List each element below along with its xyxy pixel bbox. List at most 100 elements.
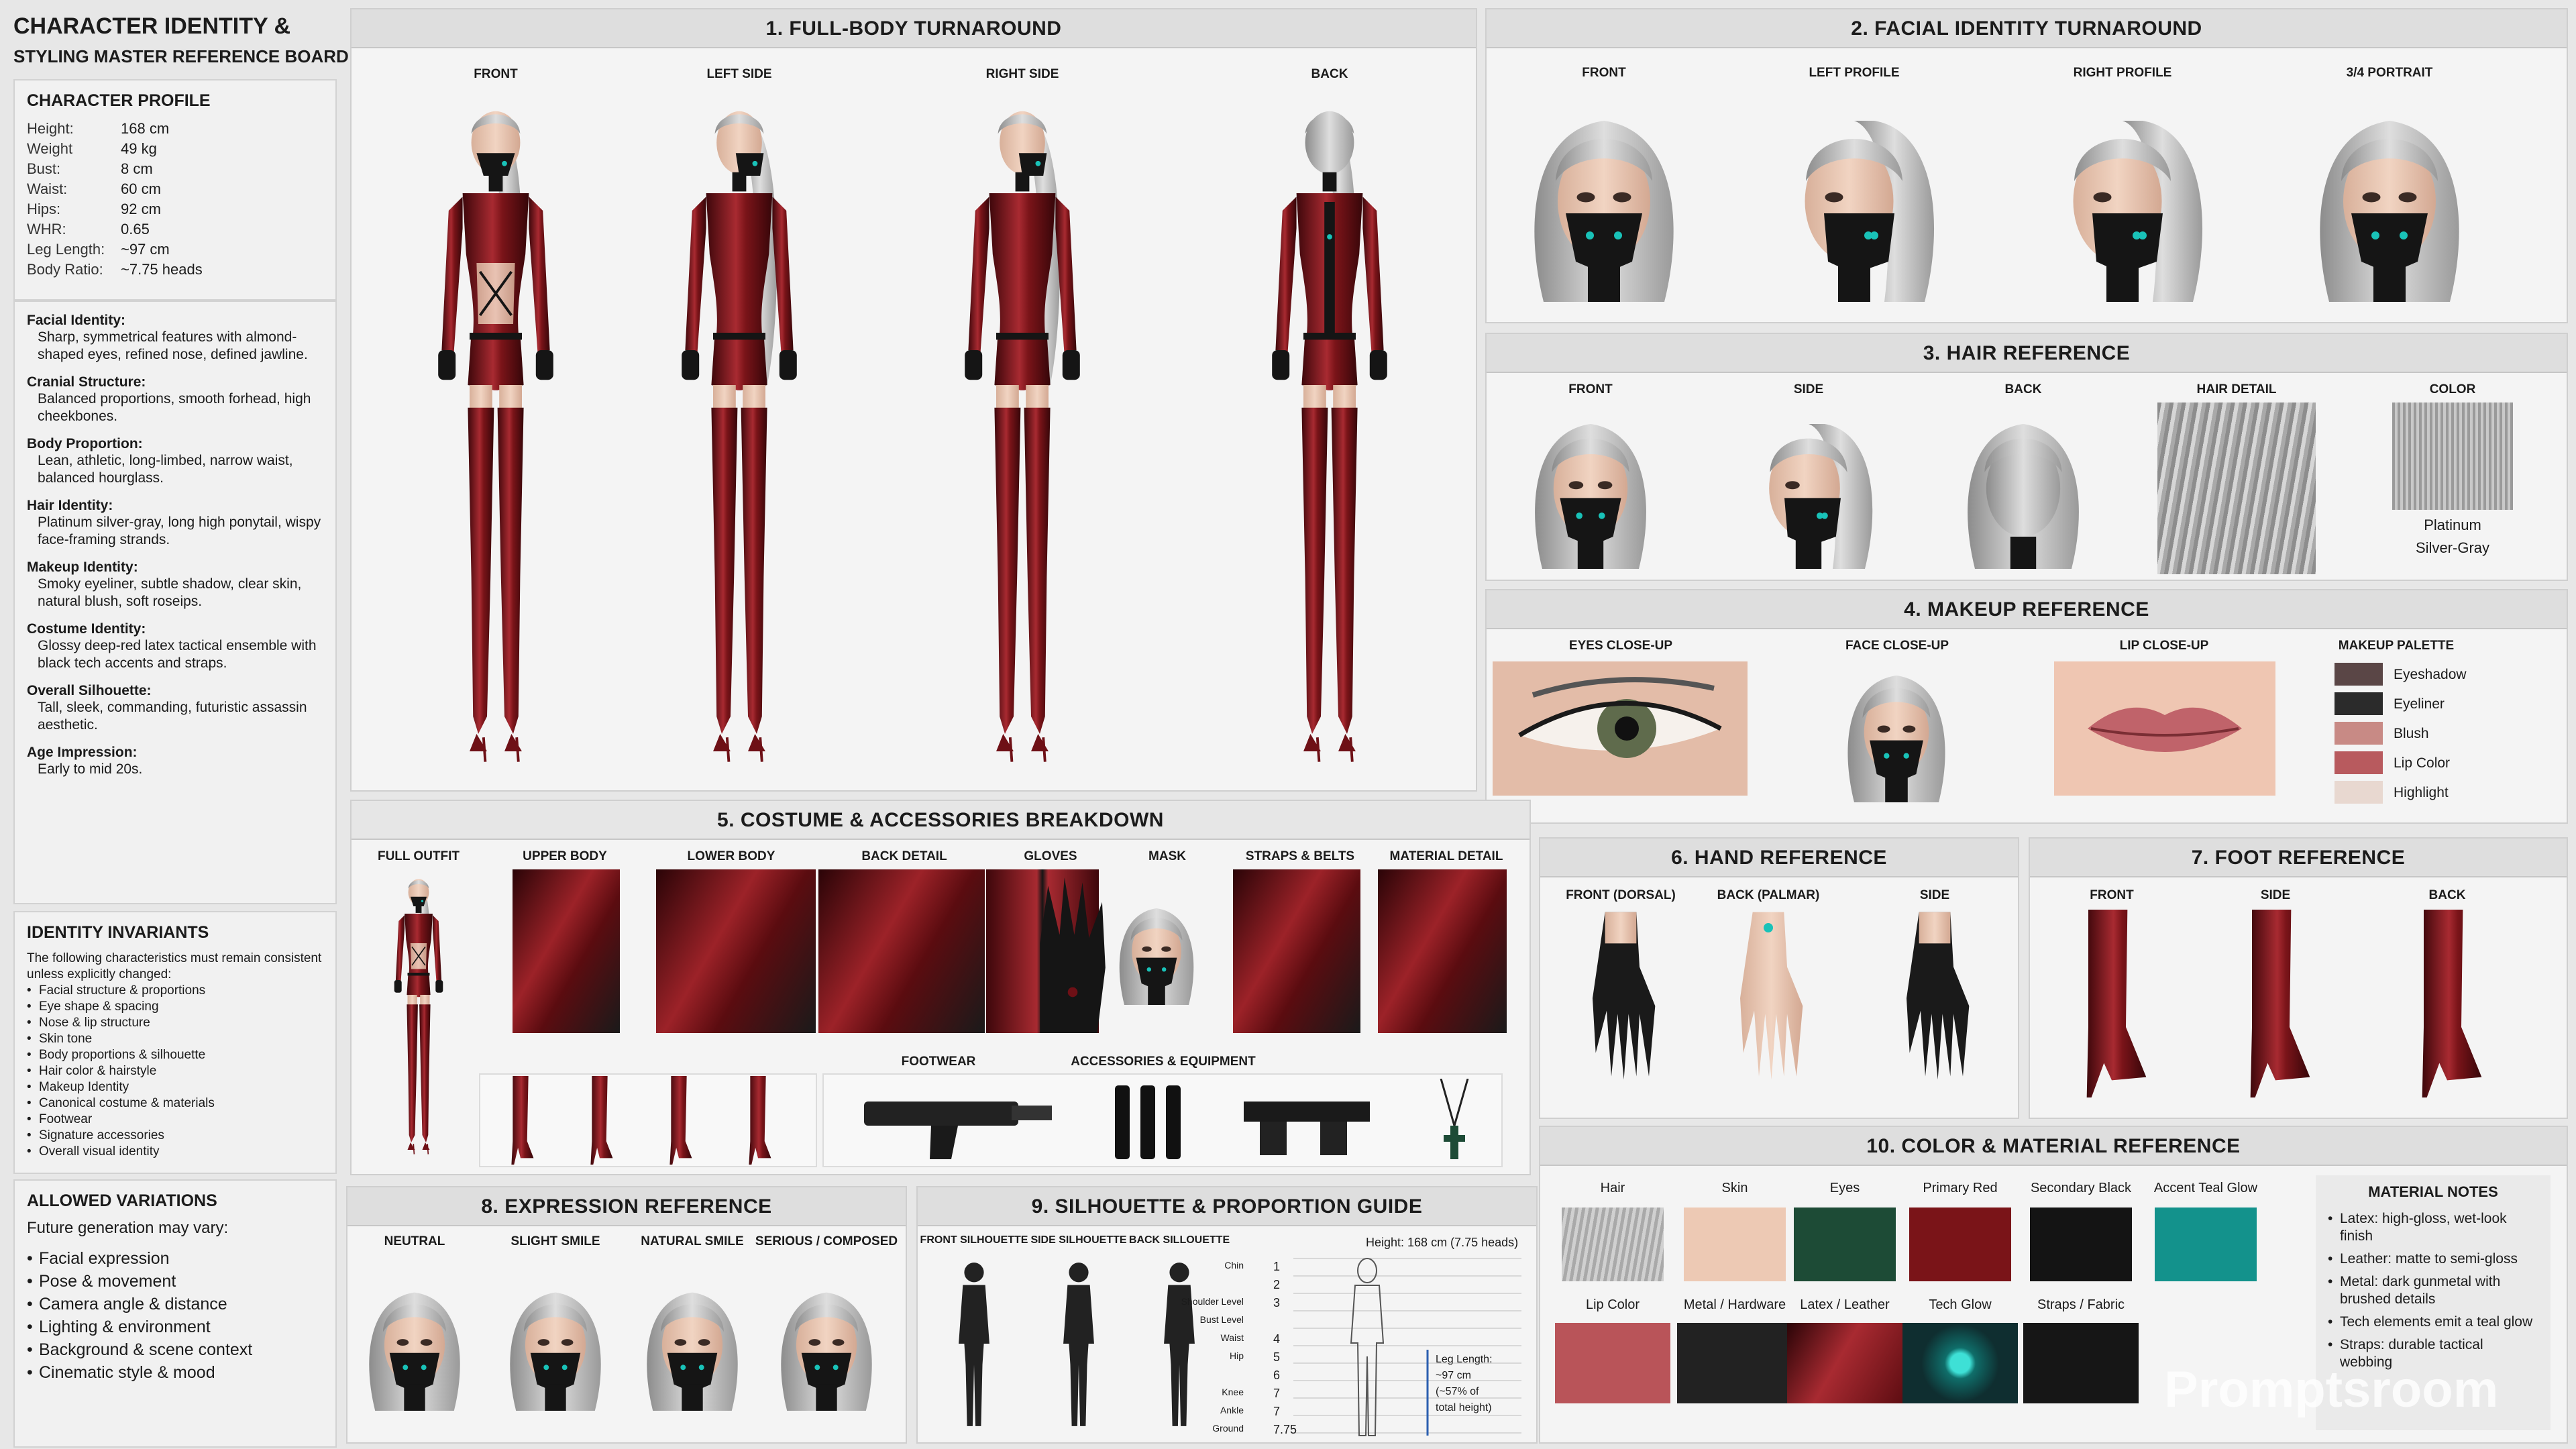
color-swatch [1562, 1208, 1664, 1281]
facial-label: FRONT [1582, 66, 1626, 80]
profile-stat-key: Hips: [27, 201, 61, 217]
identity-value: Tall, sleek, commanding, futuristic assa… [38, 700, 307, 733]
color-swatch-name: Accent Teal Glow [2153, 1181, 2258, 1195]
invariant-item: Hair color & hairstyle [27, 1063, 323, 1079]
hair-color-name-2: Silver-Gray [2415, 539, 2490, 556]
profile-stat-key: Waist: [27, 180, 68, 197]
proportion-marker-number: 5 [1273, 1350, 1281, 1364]
eyes-closeup [1491, 661, 1750, 796]
character-profile-heading: CHARACTER PROFILE [27, 91, 211, 110]
material-swatch [1787, 1323, 1902, 1403]
boot-icon [500, 1076, 541, 1167]
leg-length-note: Leg Length: [1436, 1354, 1493, 1365]
hair-color-swatch [2392, 402, 2513, 510]
identity-key: Facial Identity: [27, 313, 126, 328]
profile-stat-row: Hips: 92 cm [27, 199, 323, 219]
material-swatch [1902, 1323, 2018, 1403]
silhouette-label: BACK SILLOUETTE [1128, 1234, 1230, 1246]
costume-breakdown-panel: 5. COSTUME & ACCESSORIES BREAKDOWN FULL … [350, 800, 1531, 1175]
material-note: Metal: dark gunmetal with brushed detail… [2328, 1273, 2538, 1308]
boot-view [2225, 910, 2326, 1097]
proportion-marker-number: 7 [1273, 1387, 1281, 1400]
costume-detail-tile [818, 869, 985, 1033]
profile-stat-row: Leg Length: ~97 cm [27, 239, 323, 260]
identity-descriptions-panel: Facial Identity: Sharp, symmetrical featu… [13, 301, 337, 904]
identity-item: Makeup Identity: Smoky eyeliner, subtle s… [27, 559, 323, 610]
identity-item: Facial Identity: Sharp, symmetrical featu… [27, 313, 323, 364]
identity-key: Hair Identity: [27, 498, 113, 513]
expression-head [490, 1254, 621, 1436]
silhouette-label: FRONT SILHOUETTE [920, 1234, 1028, 1246]
watermark: Promptsroom [2164, 1361, 2499, 1418]
belt-icon [1240, 1081, 1374, 1162]
full-body-figures: FRONT LEFT SIDE RIGHT SIDE BACK [352, 48, 1476, 790]
color-swatches: Hair Skin Eyes Primary Red Secondary Black Ac… [1540, 1166, 2567, 1442]
invariants-intro: The following characteristics must remai… [27, 951, 322, 981]
variation-item: Pose & movement [27, 1270, 323, 1293]
color-swatch [1909, 1208, 2011, 1281]
expression-label: NATURAL SMILE [641, 1234, 744, 1248]
boot-icon [580, 1076, 620, 1167]
silhouette-guide-panel: 9. SILHOUETTE & PROPORTION GUIDE FRONT S… [916, 1186, 1538, 1444]
facial-heads: FRONT LEFT PROFILE RIGHT PROFILE 3/4 POR… [1487, 48, 2567, 322]
material-notes-list: Latex: high-gloss, wet-look finish Leathe… [2328, 1210, 2538, 1371]
accessories-label: ACCESSORIES & EQUIPMENT [1071, 1055, 1256, 1069]
identity-key: Age Impression: [27, 745, 138, 760]
expression-head [761, 1254, 892, 1436]
proportion-marker-label: Ankle [1220, 1405, 1244, 1415]
material-notes-title: MATERIAL NOTES [2368, 1183, 2498, 1200]
color-swatch [2030, 1208, 2132, 1281]
s1-title: 1. FULL-BODY TURNAROUND [352, 9, 1476, 48]
facial-label: LEFT PROFILE [1809, 66, 1900, 80]
color-swatch-name: Primary Red [1923, 1181, 1998, 1195]
foot-views: FRONT SIDE BACK [2030, 877, 2567, 1118]
identity-item: Body Proportion: Lean, athletic, long-lim… [27, 436, 323, 487]
profile-stats: Height: 168 cm Weight 49 kg Bust: 8 cm Waist: 6… [27, 119, 323, 280]
identity-item: Costume Identity: Glossy deep-red latex t… [27, 621, 323, 672]
proportion-marker-number: 4 [1273, 1332, 1281, 1346]
profile-stat-row: Body Ratio: ~7.75 heads [27, 260, 323, 280]
identity-value: Glossy deep-red latex tactical ensemble … [38, 638, 317, 671]
board-title: CHARACTER IDENTITY & STYLING MASTER REFE… [13, 13, 349, 67]
hand-label: BACK (PALMAR) [1717, 888, 1820, 902]
invariant-item: Footwear [27, 1112, 323, 1128]
hand-label: FRONT (DORSAL) [1566, 888, 1676, 902]
profile-stat-row: Weight 49 kg [27, 139, 323, 159]
identity-item: Age Impression: Early to mid 20s. [27, 745, 323, 778]
profile-stat-value: 60 cm [121, 180, 161, 197]
silhouette-figure [947, 1260, 1001, 1428]
makeup-label: FACE CLOSE-UP [1845, 639, 1949, 653]
costume-label: FULL OUTFIT [377, 849, 460, 863]
silhouette-label: SIDE SILHOUETTE [1030, 1234, 1127, 1246]
magazines-icon [1108, 1079, 1189, 1166]
boot-view [2397, 910, 2498, 1097]
expression-head [627, 1254, 758, 1436]
color-swatch [2155, 1208, 2257, 1281]
identity-value: Early to mid 20s. [38, 761, 143, 777]
boot-view [2061, 910, 2162, 1097]
hand-views: FRONT (DORSAL) BACK (PALMAR) SIDE [1540, 877, 2018, 1118]
costume-label: UPPER BODY [523, 849, 607, 863]
s10-title: 10. COLOR & MATERIAL REFERENCE [1540, 1127, 2567, 1166]
hair-label: BACK [2004, 382, 2042, 396]
identity-key: Cranial Structure: [27, 374, 146, 390]
pendant-icon [1428, 1079, 1481, 1166]
makeup-swatch-name: Eyeshadow [2394, 667, 2467, 682]
hair-view [1943, 402, 2104, 574]
material-swatch-name: Latex / Leather [1800, 1297, 1890, 1312]
material-swatch-name: Straps / Fabric [2037, 1297, 2125, 1312]
face-closeup [1790, 661, 2003, 802]
facial-head [2289, 87, 2490, 315]
identity-value: Platinum silver-gray, long high ponytail… [38, 515, 321, 547]
material-swatch [1555, 1323, 1670, 1403]
makeup-swatch [2334, 692, 2383, 715]
full-outfit-figure [378, 869, 459, 1165]
proportion-marker-number: 6 [1273, 1368, 1281, 1382]
facial-head [1754, 87, 1955, 315]
leg-length-note: (~57% of [1436, 1386, 1479, 1397]
makeup-views: EYES CLOSE-UP FACE CLOSE-UP LIP CLOSE-UP MA… [1487, 629, 2567, 822]
variation-item: Background & scene context [27, 1338, 323, 1361]
foot-label: SIDE [2260, 888, 2291, 902]
makeup-swatch [2334, 722, 2383, 745]
hair-detail-swatch [2157, 402, 2316, 574]
